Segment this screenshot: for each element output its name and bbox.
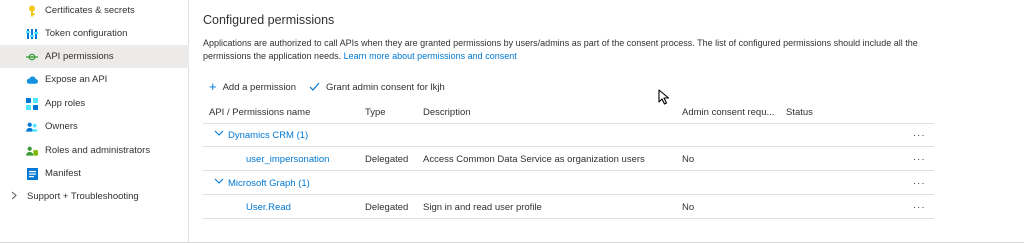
column-header-type[interactable]: Type — [365, 107, 386, 118]
chevron-right-icon — [11, 191, 17, 202]
sidebar-item-label: Token configuration — [45, 28, 128, 39]
cloud-icon — [26, 74, 38, 86]
plus-icon: + — [209, 79, 217, 94]
grant-admin-consent-button[interactable]: Grant admin consent for lkjh — [309, 81, 445, 93]
permission-description: Sign in and read user profile — [423, 202, 542, 213]
app-roles-icon — [26, 97, 38, 110]
sidebar-item-roles-administrators[interactable]: Roles and administrators — [0, 139, 189, 162]
checkmark-icon — [309, 81, 320, 93]
sidebar-group-label: Support + Troubleshooting — [27, 191, 139, 202]
more-options-icon[interactable]: ··· — [913, 154, 926, 165]
sidebar-item-manifest[interactable]: Manifest — [0, 162, 189, 185]
sidebar-item-label: Roles and administrators — [45, 145, 151, 156]
sidebar-item-token-configuration[interactable]: Token configuration — [0, 22, 189, 45]
learn-more-link[interactable]: Learn more about permissions and consent — [344, 51, 517, 61]
sidebar-item-label: Certificates & secrets — [45, 5, 135, 16]
sidebar-item-expose-api[interactable]: Expose an API — [0, 68, 189, 91]
group-name[interactable]: Microsoft Graph (1) — [228, 178, 310, 189]
more-options-icon[interactable]: ··· — [913, 130, 926, 141]
sidebar-item-certificates[interactable]: Certificates & secrets — [0, 0, 189, 22]
sidebar-group-support-troubleshooting[interactable]: Support + Troubleshooting — [0, 185, 189, 208]
column-header-api[interactable]: API / Permissions name — [209, 107, 310, 118]
column-header-status[interactable]: Status — [786, 107, 813, 118]
add-permission-button[interactable]: + Add a permission — [209, 79, 296, 94]
owners-icon — [26, 121, 38, 133]
permission-name-link[interactable]: user_impersonation — [246, 154, 329, 165]
token-config-icon — [26, 28, 38, 40]
toolbar: + Add a permission Grant admin consent f… — [209, 79, 445, 95]
table-group-row[interactable]: Microsoft Graph (1) ··· — [203, 172, 934, 195]
page-title: Configured permissions — [203, 13, 335, 27]
description-text: Applications are authorized to call APIs… — [203, 38, 918, 61]
app-frame: Certificates & secrets Token configurati… — [0, 0, 1024, 243]
add-permission-label: Add a permission — [222, 81, 296, 93]
table-row: user_impersonation Delegated Access Comm… — [203, 148, 934, 171]
sidebar-item-owners[interactable]: Owners — [0, 115, 189, 138]
sidebar: Certificates & secrets Token configurati… — [0, 0, 189, 243]
admin-consent-value: No — [682, 202, 695, 213]
permission-description: Access Common Data Service as organizati… — [423, 154, 645, 165]
sidebar-item-label: Owners — [45, 121, 78, 132]
chevron-down-icon[interactable] — [214, 176, 224, 189]
sidebar-item-api-permissions[interactable]: API permissions — [0, 45, 189, 68]
manifest-icon — [26, 167, 38, 180]
column-header-description[interactable]: Description — [423, 107, 471, 118]
sidebar-item-label: App roles — [45, 98, 86, 109]
column-header-admin-consent[interactable]: Admin consent requ... — [682, 107, 774, 118]
more-options-icon[interactable]: ··· — [913, 178, 926, 189]
description: Applications are authorized to call APIs… — [203, 37, 935, 63]
roles-icon — [26, 145, 38, 157]
permission-type: Delegated — [365, 202, 409, 213]
key-icon — [26, 5, 38, 17]
sidebar-item-label: Manifest — [45, 168, 81, 179]
group-name[interactable]: Dynamics CRM (1) — [228, 130, 308, 141]
grant-admin-consent-label: Grant admin consent for lkjh — [326, 81, 445, 93]
sidebar-item-app-roles[interactable]: App roles — [0, 92, 189, 115]
admin-consent-value: No — [682, 154, 695, 165]
sidebar-item-label: API permissions — [45, 51, 114, 62]
api-permissions-icon — [26, 51, 38, 63]
table-row: User.Read Delegated Sign in and read use… — [203, 196, 934, 219]
main-content: Configured permissions Applications are … — [203, 0, 943, 243]
permission-name-link[interactable]: User.Read — [246, 202, 291, 213]
sidebar-item-label: Expose an API — [45, 74, 108, 85]
table-header: API / Permissions name Type Description … — [203, 101, 934, 124]
more-options-icon[interactable]: ··· — [913, 202, 926, 213]
permission-type: Delegated — [365, 154, 409, 165]
chevron-down-icon[interactable] — [214, 128, 224, 141]
table-group-row[interactable]: Dynamics CRM (1) ··· — [203, 124, 934, 147]
